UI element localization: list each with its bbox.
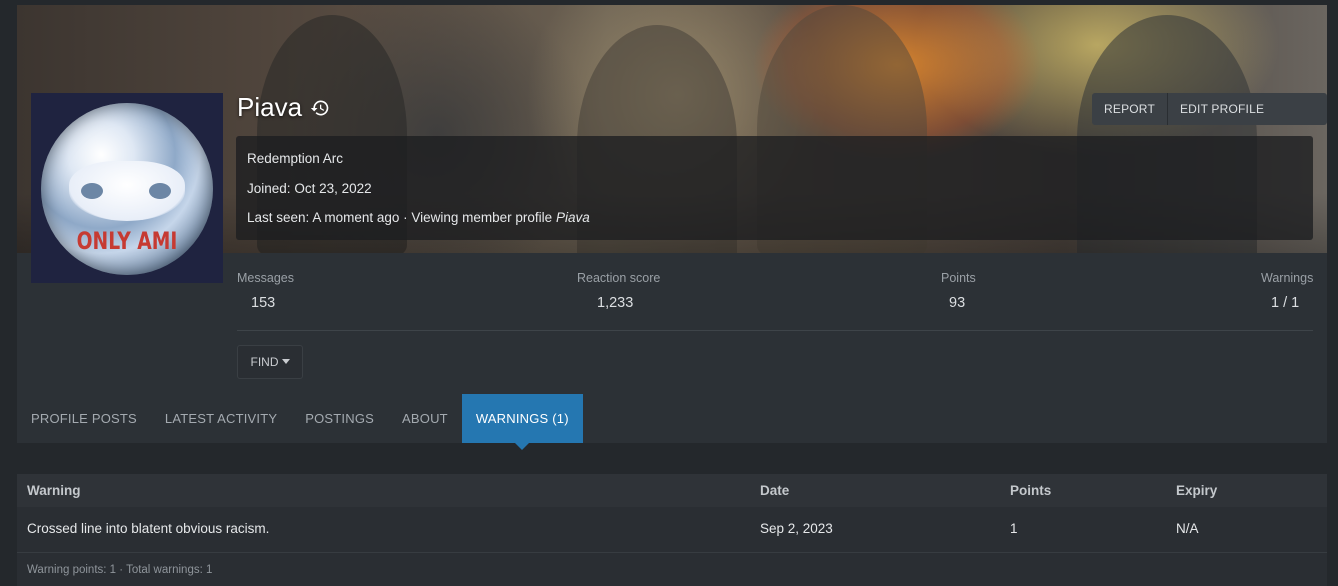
- stat-value[interactable]: 153: [251, 295, 275, 311]
- stat-label: Reaction score: [577, 271, 661, 285]
- custom-title: Redemption Arc: [247, 151, 344, 166]
- stat-label: Warnings: [1261, 271, 1314, 285]
- profile-block: ONLY AMI Piava REPORT EDIT PROFILE BANNE…: [17, 5, 1327, 450]
- column-header-warning: Warning: [27, 483, 81, 498]
- stat-label: Points: [941, 271, 976, 285]
- profile-action-buttons: REPORT EDIT PROFILE BANNER: [1092, 93, 1327, 125]
- joined-label: Joined:: [247, 181, 291, 196]
- row-divider: [17, 552, 1327, 553]
- member-info-box: Redemption Arc Joined: Oct 23, 2022 Last…: [236, 136, 1313, 240]
- stat-label: Messages: [237, 271, 294, 285]
- find-menu-button[interactable]: FIND: [237, 345, 303, 379]
- tab-latest-activity[interactable]: LATEST ACTIVITY: [151, 394, 291, 443]
- warning-points-cell: 1: [1010, 521, 1018, 536]
- stat-messages: Messages 153: [237, 271, 294, 311]
- stat-points: Points 93: [941, 271, 976, 311]
- avatar[interactable]: ONLY AMI: [31, 93, 223, 283]
- tab-warnings[interactable]: WARNINGS (1): [461, 394, 583, 450]
- warnings-summary: Warning points: 1 · Total warnings: 1: [27, 564, 213, 576]
- find-label: FIND: [250, 355, 279, 369]
- report-button[interactable]: REPORT: [1092, 93, 1167, 125]
- last-seen-value: A moment ago · Viewing member profile: [312, 210, 553, 225]
- warnings-table: Warning Date Points Expiry Crossed line …: [17, 474, 1327, 586]
- caret-down-icon: [281, 359, 290, 365]
- stat-value[interactable]: 93: [949, 295, 965, 311]
- profile-username-row: Piava: [237, 92, 330, 123]
- tab-postings[interactable]: POSTINGS: [291, 394, 388, 443]
- joined-line: Joined: Oct 23, 2022: [247, 181, 372, 196]
- stat-reaction-score: Reaction score 1,233: [577, 271, 661, 311]
- stats-divider: [237, 330, 1313, 331]
- column-header-points: Points: [1010, 483, 1052, 498]
- stat-value[interactable]: 1 / 1: [1271, 295, 1299, 311]
- edit-profile-banner-button[interactable]: EDIT PROFILE BANNER: [1168, 93, 1327, 125]
- stat-value[interactable]: 1,233: [597, 295, 633, 311]
- warning-date-cell: Sep 2, 2023: [760, 521, 833, 536]
- tab-about[interactable]: ABOUT: [388, 394, 462, 443]
- tab-warnings-label: WARNINGS (1): [475, 411, 569, 426]
- profile-tabs: PROFILE POSTS LATEST ACTIVITY POSTINGS A…: [17, 394, 583, 450]
- last-seen-line: Last seen: A moment ago · Viewing member…: [247, 210, 590, 225]
- stat-warnings: Warnings 1 / 1: [1261, 271, 1314, 311]
- table-header: Warning Date Points Expiry: [17, 474, 1327, 507]
- last-seen-label: Last seen:: [247, 210, 310, 225]
- joined-date: Oct 23, 2022: [294, 181, 372, 196]
- last-seen-profile-link[interactable]: Piava: [556, 210, 590, 225]
- active-tab-pointer: [515, 443, 530, 450]
- tab-profile-posts[interactable]: PROFILE POSTS: [17, 394, 151, 443]
- warning-expiry-cell: N/A: [1176, 521, 1199, 536]
- avatar-text: ONLY AMI: [76, 227, 178, 255]
- history-icon[interactable]: [310, 98, 330, 118]
- column-header-expiry: Expiry: [1176, 483, 1218, 498]
- warning-reason-cell[interactable]: Crossed line into blatent obvious racism…: [27, 521, 269, 536]
- column-header-date: Date: [760, 483, 790, 498]
- username: Piava: [237, 92, 303, 122]
